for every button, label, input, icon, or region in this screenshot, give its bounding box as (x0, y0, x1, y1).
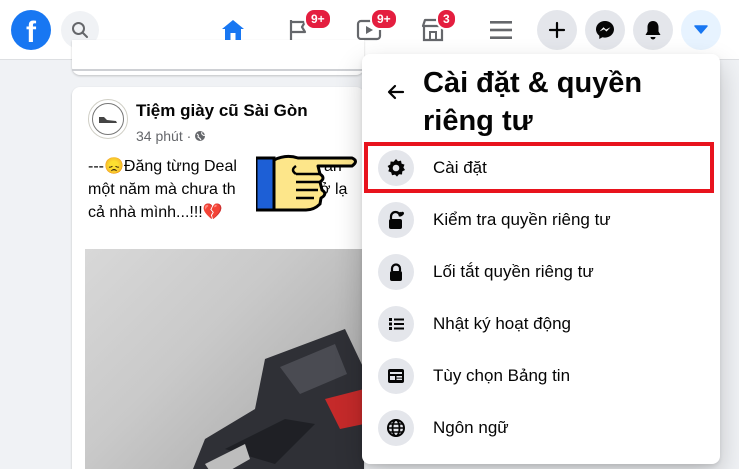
menu-item-label: Nhật ký hoạt động (433, 314, 571, 333)
feed-icon (378, 358, 414, 394)
post-timestamp[interactable]: 34 phút · (136, 128, 206, 144)
post-time-text: 34 phút · (136, 128, 192, 144)
notifications-button[interactable] (633, 10, 673, 50)
menu-item-label: Tùy chọn Bảng tin (433, 366, 571, 385)
caret-down-icon (694, 25, 708, 34)
previous-post-card (72, 40, 364, 75)
menu-item-label: Ngôn ngữ (433, 418, 509, 437)
sneaker-photo-shape (193, 329, 364, 469)
globe-public-icon (195, 131, 206, 141)
back-button[interactable] (378, 74, 414, 110)
feed-post: Tiệm giày cũ Sài Gòn 34 phút · ---😞Đăng … (72, 87, 364, 469)
menu-item-label: Lối tắt quyền riêng tư (433, 262, 594, 281)
list-icon (378, 306, 414, 342)
marketplace-notification-badge: 3 (436, 8, 457, 30)
arrow-left-icon (387, 84, 405, 100)
facebook-logo[interactable]: f (11, 10, 51, 50)
lock-heart-icon (378, 202, 414, 238)
pointing-hand-icon (256, 154, 357, 212)
pages-notification-badge: 9+ (304, 8, 332, 30)
menu-item-language[interactable]: Ngôn ngữ (370, 402, 712, 454)
menu-item-privacy-checkup[interactable]: Kiểm tra quyền riêng tư (370, 194, 712, 246)
messenger-icon (596, 21, 614, 39)
bell-icon (645, 21, 661, 40)
menu-item-label: Kiểm tra quyền riêng tư (433, 210, 611, 229)
menu-item-privacy-shortcuts[interactable]: Lối tắt quyền riêng tư (370, 246, 712, 298)
post-author-name[interactable]: Tiệm giày cũ Sài Gòn (136, 101, 308, 121)
menu-item-news-feed-preferences[interactable]: Tùy chọn Bảng tin (370, 350, 712, 402)
search-icon (72, 22, 88, 38)
settings-privacy-dropdown: Cài đặt & quyền riêng tư Cài đặt Kiểm tr… (362, 54, 720, 464)
page-avatar[interactable] (88, 99, 128, 139)
hamburger-menu-icon (490, 21, 512, 39)
create-button[interactable] (537, 10, 577, 50)
settings-highlight-box (364, 142, 714, 193)
dropdown-title: Cài đặt & quyền riêng tư (423, 67, 643, 137)
globe-icon (378, 410, 414, 446)
post-photo[interactable] (85, 249, 364, 469)
divider (72, 69, 364, 71)
page-logo (92, 103, 124, 135)
tab-marketplace[interactable]: 3 (398, 0, 468, 60)
shoe-logo-icon (99, 117, 117, 123)
plus-icon (548, 21, 566, 39)
tab-menu[interactable] (466, 0, 536, 60)
lock-icon (378, 254, 414, 290)
watch-notification-badge: 9+ (370, 8, 398, 30)
messenger-button[interactable] (585, 10, 625, 50)
account-menu-button[interactable] (681, 10, 721, 50)
menu-item-activity-log[interactable]: Nhật ký hoạt động (370, 298, 712, 350)
